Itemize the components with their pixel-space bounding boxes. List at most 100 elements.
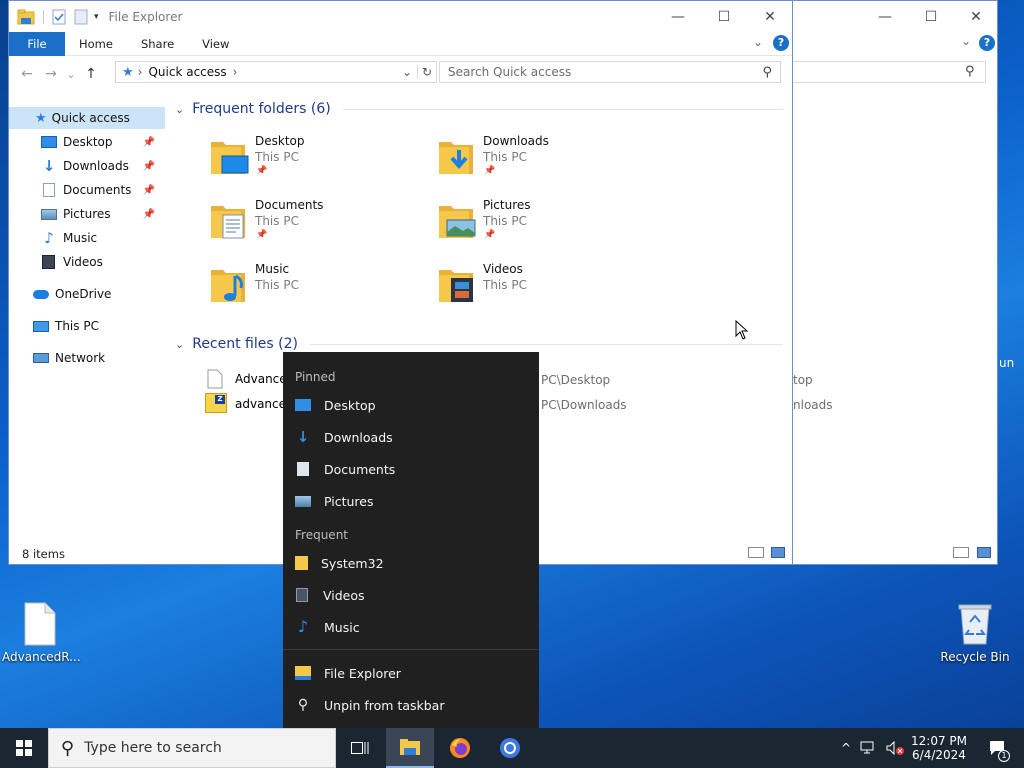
- minimize-button[interactable]: —: [655, 1, 701, 32]
- folder-location: This PC: [255, 150, 299, 164]
- tray-overflow-chevron-icon[interactable]: ^: [836, 741, 856, 755]
- task-view-icon: [351, 742, 369, 754]
- jump-list-item-desktop[interactable]: Desktop: [283, 389, 539, 421]
- address-dropdown-icon[interactable]: ⌄: [402, 65, 412, 79]
- desktop-icon-file[interactable]: AdvancedR...: [2, 602, 81, 664]
- tab-view[interactable]: View: [188, 32, 243, 56]
- maximize-button[interactable]: ☐: [701, 1, 747, 32]
- help-icon[interactable]: ?: [773, 35, 789, 51]
- divider: [342, 108, 783, 110]
- tab-file[interactable]: File: [9, 31, 65, 56]
- folder-tile-desktop[interactable]: Desktop This PC 📌: [209, 134, 409, 188]
- jump-list-item-documents[interactable]: Documents: [283, 453, 539, 485]
- tab-share[interactable]: Share: [127, 32, 188, 56]
- sidebar-item-label: Desktop: [63, 135, 113, 149]
- forward-arrow-icon[interactable]: →: [39, 66, 63, 82]
- desktop-icon-recycle-bin[interactable]: Recycle Bin: [937, 602, 1013, 664]
- jump-list-item-pictures[interactable]: Pictures: [283, 485, 539, 517]
- search-input[interactable]: Search Quick access ⚲: [439, 61, 781, 83]
- desktop-folder-icon: [211, 142, 249, 174]
- pin-icon: 📌: [484, 230, 496, 240]
- quick-access-toolbar-dropdown[interactable]: ▾: [94, 12, 99, 22]
- jump-list-task-unpin[interactable]: ⚲ Unpin from taskbar: [283, 689, 539, 721]
- jump-list-item-music[interactable]: ♪ Music: [283, 611, 539, 643]
- back-arrow-icon[interactable]: ←: [15, 66, 39, 82]
- refresh-icon[interactable]: ↻: [416, 65, 432, 79]
- sidebar-item-music[interactable]: ♪ Music: [41, 227, 165, 249]
- divider: [43, 9, 44, 24]
- sidebar-item-quick-access[interactable]: ★ Quick access: [9, 107, 165, 129]
- up-arrow-icon[interactable]: ↑: [79, 66, 103, 82]
- title-bar[interactable]: ▾ File Explorer — ☐ ✕: [9, 1, 792, 32]
- ribbon-collapse-icon[interactable]: ⌄: [753, 35, 763, 49]
- recent-file-path: nloads: [793, 398, 833, 412]
- recent-locations-icon[interactable]: ⌄: [63, 68, 79, 81]
- sidebar-item-videos[interactable]: Videos: [41, 251, 165, 273]
- breadcrumb-quick-access[interactable]: Quick access: [148, 65, 226, 79]
- start-button[interactable]: [0, 728, 48, 768]
- taskbar-firefox-button[interactable]: [436, 728, 484, 768]
- jump-list-item-system32[interactable]: System32: [283, 547, 539, 579]
- recent-files-header[interactable]: ⌄ Recent files (2): [175, 336, 783, 352]
- folder-location: This PC: [483, 214, 527, 228]
- folder-tile-downloads[interactable]: Downloads This PC 📌: [437, 134, 637, 188]
- frequent-folders-header[interactable]: ⌄ Frequent folders (6): [175, 101, 783, 117]
- jump-list-item-label: Documents: [324, 461, 396, 477]
- tab-home[interactable]: Home: [65, 32, 127, 56]
- chevron-down-icon[interactable]: ⌄: [175, 338, 184, 351]
- details-view-icon[interactable]: [748, 547, 764, 558]
- volume-muted-icon[interactable]: [886, 741, 906, 755]
- close-button[interactable]: ✕: [747, 1, 793, 32]
- chevron-down-icon[interactable]: ⌄: [175, 103, 184, 116]
- downloads-folder-icon: [439, 142, 473, 174]
- maximize-button[interactable]: ☐: [908, 1, 954, 32]
- sidebar-item-pictures[interactable]: Pictures 📌: [41, 203, 165, 225]
- clock[interactable]: 12:07 PM 6/4/2024: [904, 728, 974, 768]
- download-arrow-icon: ↓: [296, 428, 310, 446]
- unpin-icon: ⚲: [297, 697, 309, 713]
- sidebar-item-onedrive[interactable]: OneDrive: [33, 283, 165, 305]
- sidebar-item-label: Music: [63, 231, 98, 245]
- music-folder-icon: [211, 270, 245, 302]
- pin-icon: 📌: [256, 230, 268, 240]
- help-icon[interactable]: ?: [979, 35, 995, 51]
- large-icons-view-icon[interactable]: [771, 547, 785, 558]
- search-icon[interactable]: ⚲: [762, 65, 772, 80]
- new-folder-icon[interactable]: [74, 9, 88, 25]
- sidebar-item-desktop[interactable]: Desktop 📌: [41, 131, 165, 153]
- taskbar-file-explorer-button[interactable]: [386, 728, 434, 768]
- jump-list-item-label: Music: [324, 619, 360, 635]
- taskbar: ⚲ Type here to search ^ 12:07 PM 6/4/202…: [0, 728, 1024, 768]
- breadcrumb-separator[interactable]: ›: [233, 65, 238, 79]
- address-bar[interactable]: ★ › Quick access › ⌄ ↻: [115, 61, 437, 83]
- sidebar-item-network[interactable]: Network: [33, 347, 165, 369]
- action-center-button[interactable]: 1: [974, 728, 1022, 768]
- divider: [283, 649, 539, 650]
- pictures-folder-icon: [439, 206, 476, 238]
- sidebar-item-documents[interactable]: Documents 📌: [41, 179, 165, 201]
- close-button[interactable]: ✕: [953, 1, 999, 32]
- large-icons-view-icon[interactable]: [977, 547, 991, 558]
- folder-tile-documents[interactable]: Documents This PC 📌: [209, 198, 409, 252]
- breadcrumb-separator[interactable]: ›: [138, 65, 143, 79]
- network-icon[interactable]: [860, 741, 878, 755]
- minimize-button[interactable]: —: [862, 1, 908, 32]
- task-view-button[interactable]: [336, 728, 384, 768]
- taskbar-search-box[interactable]: ⚲ Type here to search: [48, 728, 336, 768]
- jump-list-item-videos[interactable]: Videos: [283, 579, 539, 611]
- details-view-icon[interactable]: [953, 547, 969, 558]
- cloud-icon: [33, 289, 49, 299]
- folder-location: This PC: [255, 278, 299, 292]
- jump-list-task-file-explorer[interactable]: File Explorer: [283, 657, 539, 689]
- sidebar-item-downloads[interactable]: ↓ Downloads 📌: [41, 155, 165, 177]
- folder-tile-pictures[interactable]: Pictures This PC 📌: [437, 198, 637, 252]
- sidebar-item-this-pc[interactable]: This PC: [33, 315, 165, 337]
- jump-list-pinned-header: Pinned: [295, 370, 336, 384]
- folder-tile-videos[interactable]: Videos This PC: [437, 262, 637, 316]
- sidebar-item-label: Videos: [63, 255, 103, 269]
- properties-icon[interactable]: [52, 9, 66, 25]
- jump-list-item-downloads[interactable]: ↓ Downloads: [283, 421, 539, 453]
- folder-tile-music[interactable]: Music This PC: [209, 262, 409, 316]
- taskbar-chrome-button[interactable]: [486, 728, 534, 768]
- ribbon-collapse-icon[interactable]: ⌄: [961, 34, 971, 48]
